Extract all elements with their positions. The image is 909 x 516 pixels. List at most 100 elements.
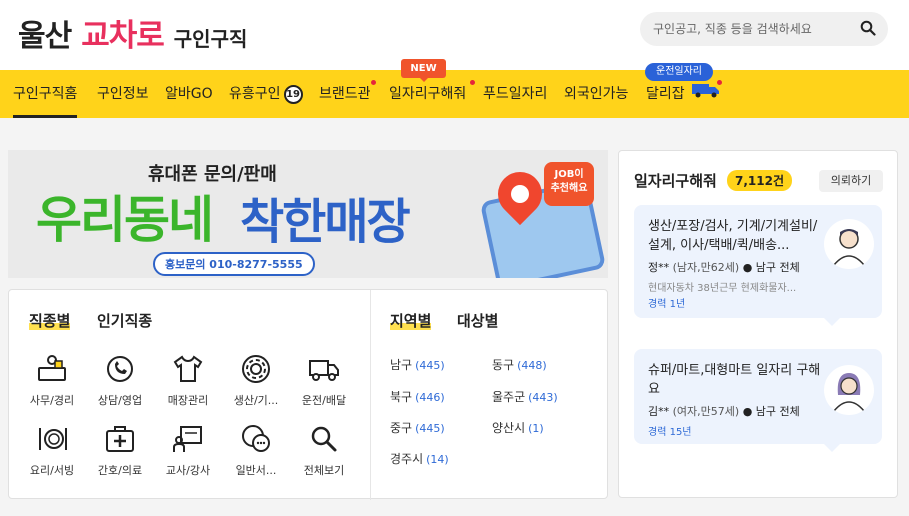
- seeker-info: 김** (여자,만57세) ● 남구 전체: [648, 403, 800, 419]
- nav-label: 브랜드관: [319, 86, 371, 102]
- nav-item-jobs-home[interactable]: 구인구직홈: [13, 70, 78, 118]
- job-seeker-panel: 일자리구해줘 7,112건 의뢰하기 생산/포장/검사, 기계/기계설비/설계,…: [618, 150, 898, 498]
- seeker-description: 현대자동차 38년근무 현제화물자...: [648, 283, 797, 294]
- main-nav: 구인구직홈 구인정보 알바GO 유흥구인 19 브랜드관 일자리구해줘 푸드일자리…: [0, 70, 909, 118]
- job-category-label: 매장관리: [167, 394, 209, 407]
- tab-by-region[interactable]: 지역별: [390, 310, 432, 331]
- nav-label: 유흥구인: [229, 86, 281, 102]
- header: 울산 교차로 구인구직: [0, 0, 909, 70]
- recommend-line-1: JOB이: [554, 169, 584, 180]
- seeker-name: 김**: [648, 405, 670, 418]
- tab-by-job[interactable]: 직종별: [29, 310, 71, 331]
- region-count: (445): [415, 422, 445, 435]
- nav-label: 달리잡: [646, 86, 685, 102]
- nav-label: 외국인가능: [564, 86, 629, 102]
- category-card: 직종별 인기직종 지역별 대상별 사무/경리 상담/영업 매장관리 생산/기..…: [8, 289, 608, 500]
- desk-worker-icon: [38, 355, 66, 381]
- job-category-label: 전체보기: [303, 464, 345, 477]
- job-category-view-all[interactable]: 전체보기: [291, 422, 357, 478]
- nav-label: 일자리구해줘: [389, 86, 467, 102]
- seeker-name: 정**: [648, 261, 670, 274]
- nav-label: 푸드일자리: [483, 86, 548, 102]
- request-button[interactable]: 의뢰하기: [819, 170, 883, 192]
- recommend-badge: JOB이 추천해요: [544, 162, 594, 206]
- job-category-label: 간호/의료: [97, 464, 143, 477]
- tab-label: 대상별: [457, 312, 499, 330]
- adult-19-badge: 19: [283, 84, 303, 104]
- nav-label: 알바GO: [165, 86, 213, 102]
- new-dot-indicator: [470, 80, 475, 85]
- panel-title: 일자리구해줘: [634, 172, 717, 190]
- tab-popular-jobs[interactable]: 인기직종: [97, 310, 152, 331]
- search-icon[interactable]: [860, 20, 878, 38]
- region-link[interactable]: 양산시 (1): [492, 419, 544, 436]
- region-name: 울주군: [492, 390, 526, 404]
- location-pin-icon: ●: [742, 261, 753, 274]
- truck-icon: [309, 360, 339, 381]
- nav-item-foreigner[interactable]: 외국인가능: [564, 70, 628, 118]
- location-pin-icon: ●: [742, 405, 753, 418]
- nav-item-albago[interactable]: 알바GO: [165, 70, 213, 118]
- banner-contact: 홍보문의 010-8277-5555: [153, 252, 315, 276]
- job-category-office[interactable]: 사무/경리: [19, 352, 85, 408]
- region-link[interactable]: 북구 (446): [390, 388, 445, 405]
- region-count: (443): [528, 391, 558, 404]
- nav-item-job-info[interactable]: 구인정보: [97, 70, 149, 118]
- dish-icon: [39, 428, 67, 450]
- nav-item-entertainment[interactable]: 유흥구인 19: [229, 70, 303, 118]
- shirt-icon: [173, 355, 203, 382]
- region-link[interactable]: 중구 (445): [390, 419, 445, 436]
- search-icon: [311, 426, 337, 452]
- job-category-sales[interactable]: 상담/영업: [87, 352, 153, 408]
- site-logo[interactable]: 울산 교차로 구인구직: [18, 10, 248, 54]
- region-name: 양산시: [492, 421, 526, 435]
- seeker-title: 생산/포장/검사, 기계/기계설비/설계, 이사/택배/퀵/배송...: [648, 219, 818, 253]
- job-category-label: 일반서...: [235, 464, 277, 477]
- region-count: (448): [517, 359, 547, 372]
- job-category-label: 생산/기...: [233, 394, 279, 407]
- nav-item-brand[interactable]: 브랜드관: [319, 70, 371, 118]
- region-count: (14): [426, 453, 449, 466]
- job-category-label: 상담/영업: [97, 394, 143, 407]
- avatar: [824, 219, 874, 269]
- search-input[interactable]: [653, 22, 860, 36]
- job-category-label: 사무/경리: [29, 394, 75, 407]
- region-count: (1): [528, 422, 544, 435]
- seeker-card[interactable]: 슈퍼/마트,대형마트 일자리 구해요 김** (여자,만57세) ● 남구 전체…: [634, 349, 882, 452]
- region-count: (446): [415, 391, 445, 404]
- tab-by-target[interactable]: 대상별: [457, 310, 498, 331]
- job-category-medical[interactable]: 간호/의료: [87, 422, 153, 478]
- region-link[interactable]: 울주군 (443): [492, 388, 558, 405]
- job-category-teacher[interactable]: 교사/강사: [155, 422, 221, 478]
- region-name: 북구: [390, 390, 413, 404]
- tab-label: 직종별: [29, 312, 71, 330]
- phone-chat-icon: [107, 356, 133, 382]
- seeker-gender-age: (여자,만57세): [672, 405, 740, 418]
- logo-city: 울산: [18, 19, 72, 54]
- search-bar: [640, 12, 888, 46]
- job-category-production[interactable]: 생산/기...: [223, 352, 289, 408]
- speech-bubble-icon: [242, 425, 270, 452]
- job-category-driving[interactable]: 운전/배달: [291, 352, 357, 408]
- job-category-general[interactable]: 일반서...: [223, 422, 289, 478]
- region-link[interactable]: 동구 (448): [492, 356, 547, 373]
- job-category-store[interactable]: 매장관리: [155, 352, 221, 408]
- region-name: 동구: [492, 358, 515, 372]
- new-tag: NEW: [401, 59, 446, 82]
- new-dot-indicator: [371, 80, 376, 85]
- logo-section: 구인구직: [173, 27, 248, 51]
- job-category-label: 요리/서빙: [29, 464, 75, 477]
- ad-banner[interactable]: 휴대폰 문의/판매 우리동네 착한매장 홍보문의 010-8277-5555 J…: [8, 150, 608, 278]
- gear-icon: [242, 355, 270, 383]
- region-link[interactable]: 경주시 (14): [390, 450, 449, 467]
- seeker-card[interactable]: 생산/포장/검사, 기계/기계설비/설계, 이사/택배/퀵/배송... 정** …: [634, 205, 882, 326]
- job-category-label: 교사/강사: [165, 464, 211, 477]
- nav-item-food-jobs[interactable]: 푸드일자리: [483, 70, 547, 118]
- region-link[interactable]: 남구 (445): [390, 356, 445, 373]
- medical-kit-icon: [106, 426, 134, 452]
- seeker-gender-age: (남자,만62세): [672, 261, 740, 274]
- seeker-title: 슈퍼/마트,대형마트 일자리 구해요: [648, 363, 821, 397]
- teacher-board-icon: [173, 426, 202, 452]
- job-category-cooking[interactable]: 요리/서빙: [19, 422, 85, 478]
- recommend-line-2: 추천해요: [550, 183, 588, 194]
